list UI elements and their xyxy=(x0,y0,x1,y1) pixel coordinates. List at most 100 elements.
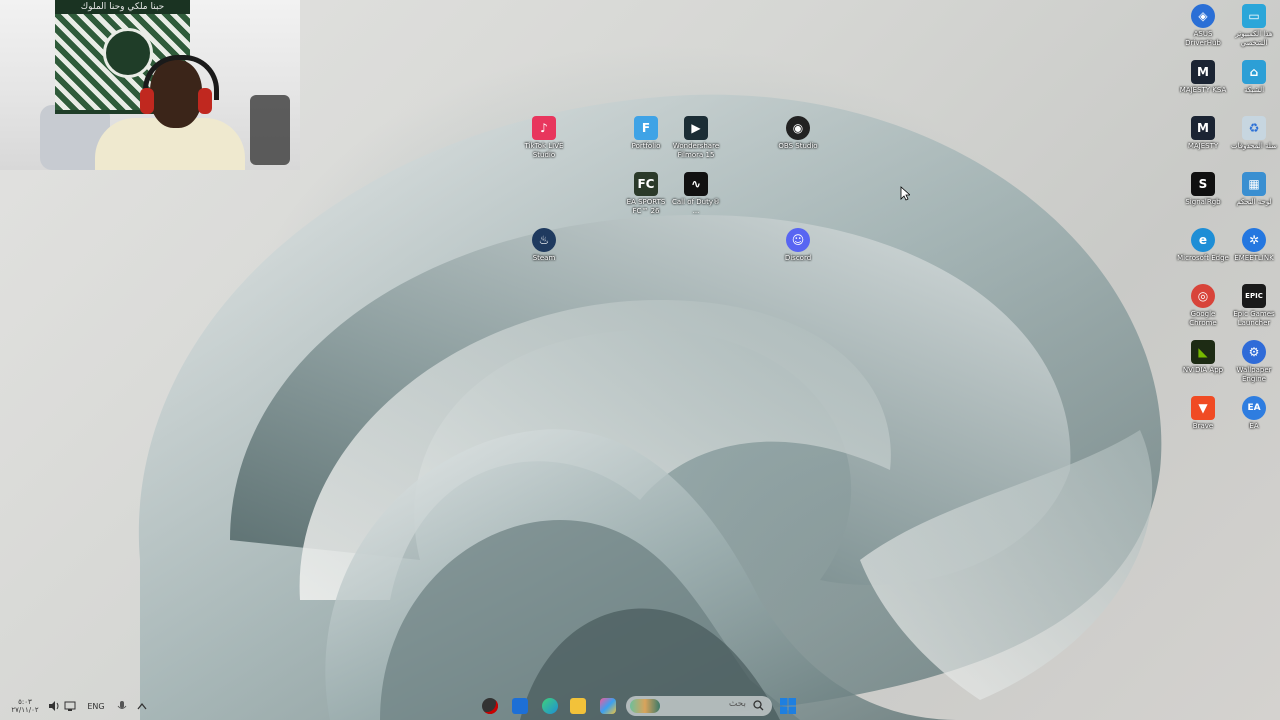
emeetlink-icon: ✲ xyxy=(1242,228,1266,252)
headphone-earcup xyxy=(140,88,154,114)
windows-logo-icon xyxy=(780,698,796,714)
taskbar-search[interactable]: بحث xyxy=(626,696,772,716)
control-panel-icon: ▦ xyxy=(1242,172,1266,196)
desktop-icon-wallpaper-engine[interactable]: ⚙ Wallpaper Engine xyxy=(1228,340,1280,384)
mouse-cursor-icon xyxy=(900,186,910,201)
desktop-icon-recycle-bin[interactable]: ♻ سلة المحذوفات xyxy=(1228,116,1280,151)
desktop-icon-label: Epic Games Launcher xyxy=(1233,310,1275,327)
desktop-icon-label: Portfolio xyxy=(631,142,661,150)
desktop-icon-call-of-duty[interactable]: ∿ Call of Duty® ... xyxy=(670,172,722,216)
desktop-icon-label: EA xyxy=(1249,422,1259,430)
desktop-icon-label: Call of Duty® ... xyxy=(672,198,720,215)
headphone-earcup xyxy=(198,88,212,114)
desktop-icon-label: Steam xyxy=(532,254,556,262)
this-pc-icon: ▭ xyxy=(1242,4,1266,28)
desktop-icon-label: MAJESTY KSA xyxy=(1179,86,1227,94)
epic-games-icon: EPIC xyxy=(1242,284,1266,308)
discord-icon: ☺ xyxy=(786,228,810,252)
fc26-icon: FC xyxy=(634,172,658,196)
majesty-icon: M xyxy=(1191,60,1215,84)
network-icon: ⌂ xyxy=(1242,60,1266,84)
desktop-icon-ea[interactable]: EA EA xyxy=(1228,396,1280,431)
folder-icon xyxy=(570,698,586,714)
brave-icon: ▼ xyxy=(1191,396,1215,420)
desktop-icon-label: Brave xyxy=(1192,422,1214,430)
desktop-icon-epic-games[interactable]: EPIC Epic Games Launcher xyxy=(1228,284,1280,328)
network-tray-icon[interactable] xyxy=(62,696,78,716)
language-label: ENG xyxy=(87,701,105,711)
desktop-icon-label: OBS Studio xyxy=(778,142,818,150)
desktop-icon-filmora[interactable]: ▶ Wondershare Filmora 15 xyxy=(670,116,722,160)
desktop-icon-this-pc[interactable]: ▭ هذا الكمبيوتر الشخصي xyxy=(1228,4,1280,48)
taskbar-app-paint[interactable] xyxy=(598,696,618,716)
desktop-icon-label: Wallpaper Engine xyxy=(1236,366,1272,383)
search-icon xyxy=(753,700,764,711)
desktop-icon-label: Discord xyxy=(784,254,812,262)
desktop-icon-google-chrome[interactable]: ◎ Google Chrome xyxy=(1177,284,1229,328)
desktop-icon-label: NVIDIA App xyxy=(1182,366,1224,374)
desktop-icon-label: SignalRgb xyxy=(1185,198,1221,206)
edge-icon: e xyxy=(1191,228,1215,252)
desktop-icon-brave[interactable]: ▼ Brave xyxy=(1177,396,1229,431)
paint-icon xyxy=(600,698,616,714)
desktop-icon-label: لوحة التحكم xyxy=(1236,198,1272,206)
desktop-icon-label: Wondershare Filmora 15 xyxy=(672,142,720,159)
desktop-icon-label: EA SPORTS FC™ 26 xyxy=(626,198,666,215)
desktop-icon-network[interactable]: ⌂ الشبكة xyxy=(1228,60,1280,95)
desktop-icon-microsoft-edge[interactable]: e Microsoft Edge xyxy=(1177,228,1229,263)
desktop-icon-emeetlink[interactable]: ✲ EMEETLINK xyxy=(1228,228,1280,263)
desktop-icon-signalrgb[interactable]: S SignalRgb xyxy=(1177,172,1229,207)
ea-icon: EA xyxy=(1242,396,1266,420)
desktop-icon-label: الشبكة xyxy=(1243,86,1265,94)
desktop-icon-tiktok-live-studio[interactable]: ♪ TikTok LIVE Studio xyxy=(518,116,570,160)
taskbar-app-file-explorer[interactable] xyxy=(568,696,588,716)
nvidia-icon: ◣ xyxy=(1191,340,1215,364)
taskbar-app-edge[interactable] xyxy=(540,696,560,716)
tiktok-icon: ♪ xyxy=(532,116,556,140)
taskbar-app-store[interactable] xyxy=(510,696,530,716)
desktop-icon-control-panel[interactable]: ▦ لوحة التحكم xyxy=(1228,172,1280,207)
microphone-icon[interactable] xyxy=(114,696,130,716)
desktop-icon-discord[interactable]: ☺ Discord xyxy=(772,228,824,263)
desktop-icon-ea-sports-fc[interactable]: FC EA SPORTS FC™ 26 xyxy=(620,172,672,216)
desktop-icon-nvidia-app[interactable]: ◣ NVIDIA App xyxy=(1177,340,1229,375)
search-highlight-image xyxy=(630,699,660,713)
filmora-icon: ▶ xyxy=(684,116,708,140)
desktop-icon-label: Microsoft Edge xyxy=(1177,254,1229,262)
store-icon xyxy=(512,698,528,714)
obs-icon: ◉ xyxy=(786,116,810,140)
clock-time: ٥:٠٣ xyxy=(18,698,32,706)
taskbar: ٥:٠٣ ٢٧/١١/٠٢ ENG بحث xyxy=(0,692,1280,720)
desktop-icon-label: هذا الكمبيوتر الشخصي xyxy=(1235,30,1273,47)
desktop-icon-majesty[interactable]: M MAJESTY xyxy=(1177,116,1229,151)
desktop-icon-asus-driverhub[interactable]: ◈ ASUS DriverHub xyxy=(1177,4,1229,48)
majesty-icon: M xyxy=(1191,116,1215,140)
wallpaper-engine-icon: ⚙ xyxy=(1242,340,1266,364)
flag-emblem xyxy=(103,28,153,78)
desktop-icon-steam[interactable]: ♨ Steam xyxy=(518,228,570,263)
desktop-icon-portfolio[interactable]: F Portfolio xyxy=(620,116,672,151)
desktop-icon-obs-studio[interactable]: ◉ OBS Studio xyxy=(772,116,824,151)
steam-icon: ♨ xyxy=(532,228,556,252)
taskbar-app-obs[interactable] xyxy=(480,696,500,716)
chrome-icon: ◎ xyxy=(1191,284,1215,308)
language-indicator[interactable]: ENG xyxy=(84,696,108,716)
desktop-icon-label: MAJESTY xyxy=(1187,142,1219,150)
webcam-overlay: حبنا ملكي وحنا الملوك xyxy=(0,0,300,170)
desktop-icon-label: TikTok LIVE Studio xyxy=(524,142,564,159)
obs-icon xyxy=(482,698,498,714)
clock[interactable]: ٥:٠٣ ٢٧/١١/٠٢ xyxy=(8,696,42,716)
desktop-icon-majesty-ksa[interactable]: M MAJESTY KSA xyxy=(1177,60,1229,95)
portfolio-icon: F xyxy=(634,116,658,140)
desktop-icon-label: EMEETLINK xyxy=(1234,254,1274,262)
chevron-up-icon[interactable] xyxy=(134,696,150,716)
speaker-icon[interactable] xyxy=(46,696,62,716)
microphone-arm xyxy=(250,95,290,165)
recycle-bin-icon: ♻ xyxy=(1242,116,1266,140)
start-button[interactable] xyxy=(778,696,798,716)
desktop-icon-label: Google Chrome xyxy=(1189,310,1217,327)
asus-icon: ◈ xyxy=(1191,4,1215,28)
signalrgb-icon: S xyxy=(1191,172,1215,196)
cod-icon: ∿ xyxy=(684,172,708,196)
desktop-icon-label: سلة المحذوفات xyxy=(1231,142,1277,150)
